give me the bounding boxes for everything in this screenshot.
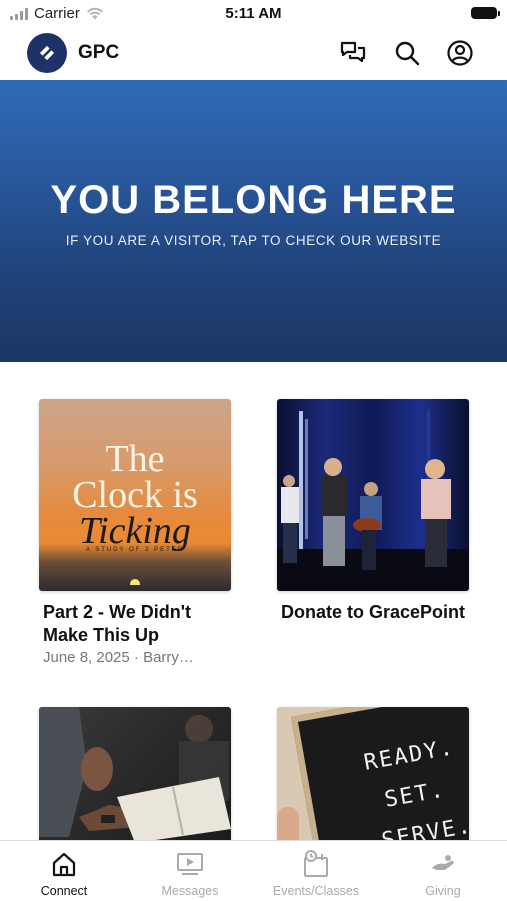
app-header: GPC — [0, 28, 507, 78]
content-card[interactable]: The Clock is Ticking A STUDY OF 2 PETER … — [39, 399, 231, 666]
bottom-tab-bar: Connect Messages Events/Classes Giving — [0, 840, 507, 901]
worship-scene — [277, 409, 469, 591]
status-bar: Carrier 5:11 AM — [0, 0, 507, 28]
card-title: Donate to GracePoint — [281, 602, 466, 622]
worship-photo — [277, 399, 469, 591]
card-title: Part 2 - We Didn't Make This Up — [43, 602, 191, 645]
status-time: 5:11 AM — [225, 5, 282, 22]
card-meta: June 8, 2025 · Barry… — [43, 649, 194, 666]
search-icon[interactable] — [393, 39, 421, 67]
content-card[interactable]: Donate to GracePoint — [277, 399, 469, 624]
tab-messages[interactable]: Messages — [127, 841, 253, 901]
tab-giving[interactable]: Giving — [380, 841, 506, 901]
board-text-line: READY. — [362, 735, 457, 776]
thumb-subtitle: A STUDY OF 2 PETER — [85, 547, 185, 553]
home-icon — [52, 852, 76, 877]
sermon-thumbnail: The Clock is Ticking A STUDY OF 2 PETER — [39, 399, 231, 591]
hero-banner[interactable]: YOU BELONG HERE IF YOU ARE A VISITOR, TA… — [0, 80, 507, 362]
hero-subtitle: IF YOU ARE A VISITOR, TAP TO CHECK OUR W… — [65, 233, 442, 248]
tab-label: Connect — [40, 884, 88, 898]
sun-graphic — [130, 579, 140, 585]
calendar-clock-icon — [304, 850, 328, 877]
chat-icon[interactable] — [339, 39, 367, 67]
giving-hand-icon — [432, 855, 454, 870]
logo-mark-icon — [39, 45, 55, 61]
church-logo[interactable] — [27, 33, 67, 73]
battery-icon — [471, 7, 500, 19]
tab-connect[interactable]: Connect — [1, 841, 127, 901]
tab-label: Messages — [161, 884, 219, 898]
tab-events-classes[interactable]: Events/Classes — [253, 841, 379, 901]
video-icon — [177, 853, 203, 875]
app-title: GPC — [78, 42, 120, 63]
board-text-line: SET. — [382, 777, 448, 813]
tab-label: Giving — [425, 884, 461, 898]
tab-label: Events/Classes — [272, 884, 360, 898]
hero-title: YOU BELONG HERE — [50, 178, 457, 222]
profile-icon[interactable] — [446, 39, 474, 67]
